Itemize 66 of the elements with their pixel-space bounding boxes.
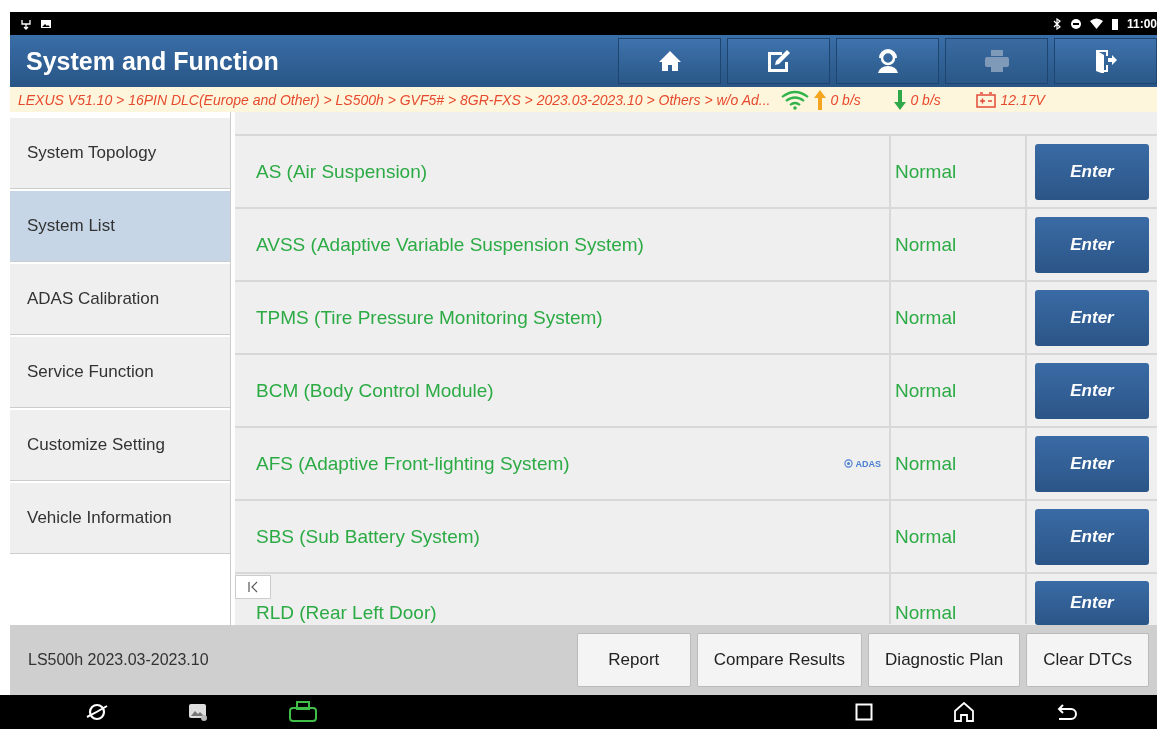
bluetooth-icon <box>1052 17 1062 30</box>
do-not-disturb-icon <box>1069 17 1082 30</box>
target-icon <box>844 459 854 468</box>
enter-button[interactable]: Enter <box>1035 581 1149 625</box>
system-name: SBS (Sub Battery System) <box>256 525 480 548</box>
home-button[interactable] <box>618 38 721 84</box>
printer-icon <box>983 49 1010 73</box>
system-name: AVSS (Adaptive Variable Suspension System) <box>256 233 644 256</box>
vehicle-model: LS500h 2023.03-2023.10 <box>28 651 209 669</box>
status-text: Normal <box>895 306 957 329</box>
system-name: TPMS (Tire Pressure Monitoring System) <box>256 306 603 329</box>
status-text: Normal <box>895 379 957 402</box>
wifi-icon <box>1089 17 1103 30</box>
adas-label: ADAS <box>855 458 881 469</box>
system-name: AFS (Adaptive Front-lighting System) <box>256 452 570 475</box>
footer-button[interactable]: Report <box>576 633 691 687</box>
upload-rate: 0 b/s <box>830 91 862 108</box>
clock-time: 11:00 <box>1126 16 1157 31</box>
back-icon[interactable] <box>1055 703 1077 721</box>
image-icon <box>40 17 52 30</box>
enter-button[interactable]: Enter <box>1035 289 1149 346</box>
edit-icon <box>765 49 792 73</box>
planet-icon[interactable] <box>86 702 108 722</box>
wifi-signal-icon <box>780 89 811 110</box>
download-arrow-icon <box>894 89 907 110</box>
battery-voltage: 12.17V <box>1000 91 1045 108</box>
enter-button[interactable]: Enter <box>1035 508 1149 565</box>
home-outline-icon[interactable] <box>953 702 975 722</box>
sidebar-item[interactable]: Vehicle Information <box>10 483 230 554</box>
footer-button[interactable]: Clear DTCs <box>1026 633 1149 687</box>
edit-button[interactable] <box>727 38 830 84</box>
footer-button[interactable]: Diagnostic Plan <box>868 633 1021 687</box>
collapse-left-icon <box>247 581 259 593</box>
system-name: RLD (Rear Left Door) <box>256 602 437 624</box>
enter-button[interactable]: Enter <box>1035 216 1149 273</box>
status-text: Normal <box>895 525 957 548</box>
download-rate: 0 b/s <box>910 91 942 108</box>
breadcrumb-path: LEXUS V51.10 > 16PIN DLC(Europe and Other) > LS500h > GVF5# > 8GR-FXS > 2023.03-2023.10 > Others > w/o Ad... <box>18 91 771 108</box>
sidebar-item[interactable]: ADAS Calibration <box>10 264 230 335</box>
sidebar-item[interactable]: Customize Setting <box>10 410 230 481</box>
status-text: Normal <box>895 602 957 624</box>
battery-icon <box>1110 17 1119 30</box>
gallery-icon[interactable] <box>188 703 208 721</box>
system-name: BCM (Body Control Module) <box>256 379 494 402</box>
page-title: System and Function <box>25 46 279 76</box>
status-text: Normal <box>895 160 957 183</box>
sidebar-item[interactable]: System Topology <box>10 118 230 189</box>
sidebar-item[interactable]: Service Function <box>10 337 230 408</box>
home-icon <box>657 50 682 72</box>
exit-button[interactable] <box>1054 38 1157 84</box>
support-button[interactable] <box>836 38 939 84</box>
collapse-button[interactable] <box>235 575 271 599</box>
enter-button[interactable]: Enter <box>1035 435 1149 492</box>
footer-button[interactable]: Compare Results <box>696 633 863 687</box>
recent-apps-icon[interactable] <box>855 703 873 721</box>
enter-button[interactable]: Enter <box>1035 362 1149 419</box>
system-name: AS (Air Suspension) <box>256 160 428 183</box>
status-text: Normal <box>895 452 957 475</box>
vci-connector-icon[interactable] <box>288 701 318 723</box>
exit-door-icon <box>1093 49 1118 73</box>
sidebar-item[interactable]: System List <box>10 191 230 262</box>
enter-button[interactable]: Enter <box>1035 143 1149 200</box>
upload-arrow-icon <box>814 89 827 110</box>
status-text: Normal <box>895 233 957 256</box>
battery-voltage-icon <box>976 91 997 108</box>
usb-icon <box>20 17 32 30</box>
